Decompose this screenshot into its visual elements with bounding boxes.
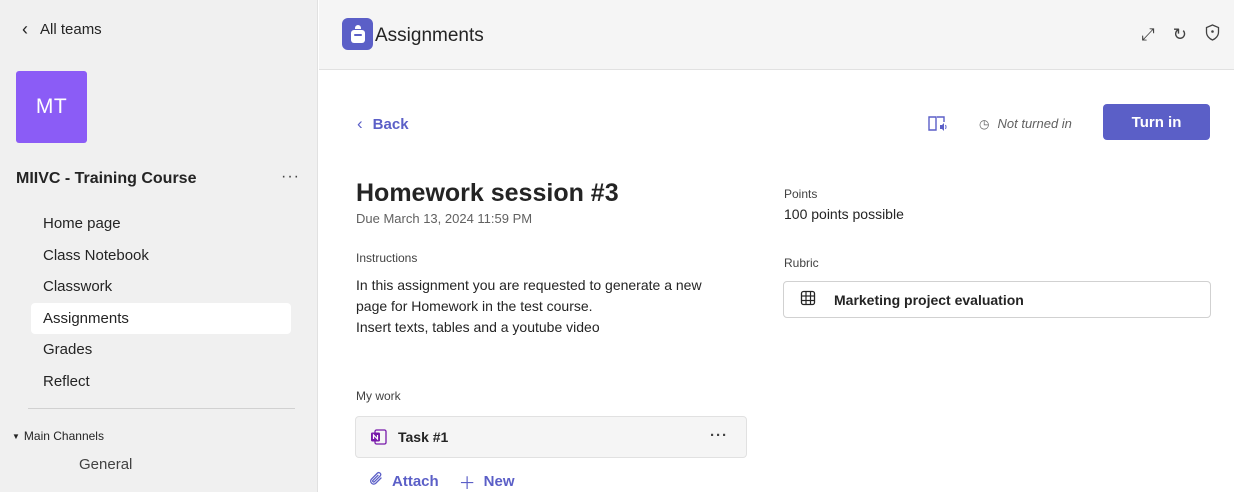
channels-section-toggle[interactable]: ▼ Main Channels <box>12 429 104 443</box>
sidebar-divider <box>28 408 295 409</box>
sidebar: ‹ All teams MT MIIVC - Training Course ·… <box>0 0 318 492</box>
points-value: 100 points possible <box>784 206 904 222</box>
sidebar-item-reflect[interactable]: Reflect <box>31 366 291 398</box>
team-more-button[interactable]: ··· <box>281 168 300 186</box>
assignment-title: Homework session #3 <box>356 179 619 207</box>
task-item[interactable]: Task #1 ··· <box>355 416 747 458</box>
sidebar-item-class-notebook[interactable]: Class Notebook <box>31 240 291 272</box>
sidebar-item-assignments[interactable]: Assignments <box>31 302 291 334</box>
points-label: Points <box>784 187 818 201</box>
turn-in-button[interactable]: Turn in <box>1103 104 1210 140</box>
paperclip-icon <box>369 471 384 492</box>
instructions-text: In this assignment you are requested to … <box>356 275 756 338</box>
app-title: Assignments <box>375 25 484 46</box>
submission-status: ◷ Not turned in <box>979 116 1072 131</box>
status-text: Not turned in <box>997 116 1072 131</box>
task-more-button[interactable]: ··· <box>710 427 728 444</box>
clock-icon: ◷ <box>979 116 990 131</box>
all-teams-label: All teams <box>40 20 102 38</box>
instructions-line: page for Homework in the test course. <box>356 298 593 314</box>
app-header: Assignments ⤢ ↻ <box>319 0 1234 70</box>
team-name: MIIVC - Training Course <box>16 170 197 187</box>
plus-icon: ＋ <box>458 474 476 492</box>
shield-icon[interactable] <box>1205 24 1220 44</box>
sidebar-item-grades[interactable]: Grades <box>31 334 291 366</box>
work-actions: Attach ＋ New <box>369 469 515 492</box>
chevron-left-icon: ‹ <box>22 19 28 39</box>
refresh-icon[interactable]: ↻ <box>1173 26 1187 43</box>
rubric-name: Marketing project evaluation <box>834 291 1024 308</box>
all-teams-link[interactable]: ‹ All teams <box>22 20 102 38</box>
attach-label: Attach <box>392 473 439 490</box>
table-icon <box>800 290 816 309</box>
rubric-label: Rubric <box>784 256 819 270</box>
task-name: Task #1 <box>398 429 449 445</box>
new-button[interactable]: ＋ New <box>459 469 515 492</box>
instructions-label: Instructions <box>356 251 418 265</box>
my-work-label: My work <box>356 389 401 403</box>
assignment-detail: ‹ Back ◷ Not turned in Turn in Homework … <box>319 71 1234 492</box>
channels-heading: Main Channels <box>23 429 104 443</box>
instructions-line: In this assignment you are requested to … <box>356 277 702 293</box>
chevron-left-icon: ‹ <box>357 114 363 133</box>
due-date: Due March 13, 2024 11:59 PM <box>356 211 533 226</box>
back-label: Back <box>372 115 409 133</box>
attach-button[interactable]: Attach <box>369 469 439 492</box>
new-label: New <box>483 473 515 490</box>
rubric-card[interactable]: Marketing project evaluation <box>783 281 1211 318</box>
immersive-reader-icon[interactable] <box>928 115 948 138</box>
instructions-line: Insert texts, tables and a youtube video <box>356 319 600 335</box>
sidebar-item-home-page[interactable]: Home page <box>31 208 291 240</box>
expand-icon[interactable]: ⤢ <box>1141 26 1155 43</box>
header-actions: ⤢ ↻ <box>1141 24 1220 44</box>
back-button[interactable]: ‹ Back <box>357 114 409 134</box>
assignments-app-icon <box>342 18 373 50</box>
team-avatar[interactable]: MT <box>16 71 87 143</box>
team-nav: Home page Class Notebook Classwork Assig… <box>31 208 291 397</box>
caret-down-icon: ▼ <box>12 431 20 441</box>
onenote-icon <box>370 428 388 446</box>
channel-item-general[interactable]: General <box>79 456 132 473</box>
sidebar-item-classwork[interactable]: Classwork <box>31 271 291 303</box>
